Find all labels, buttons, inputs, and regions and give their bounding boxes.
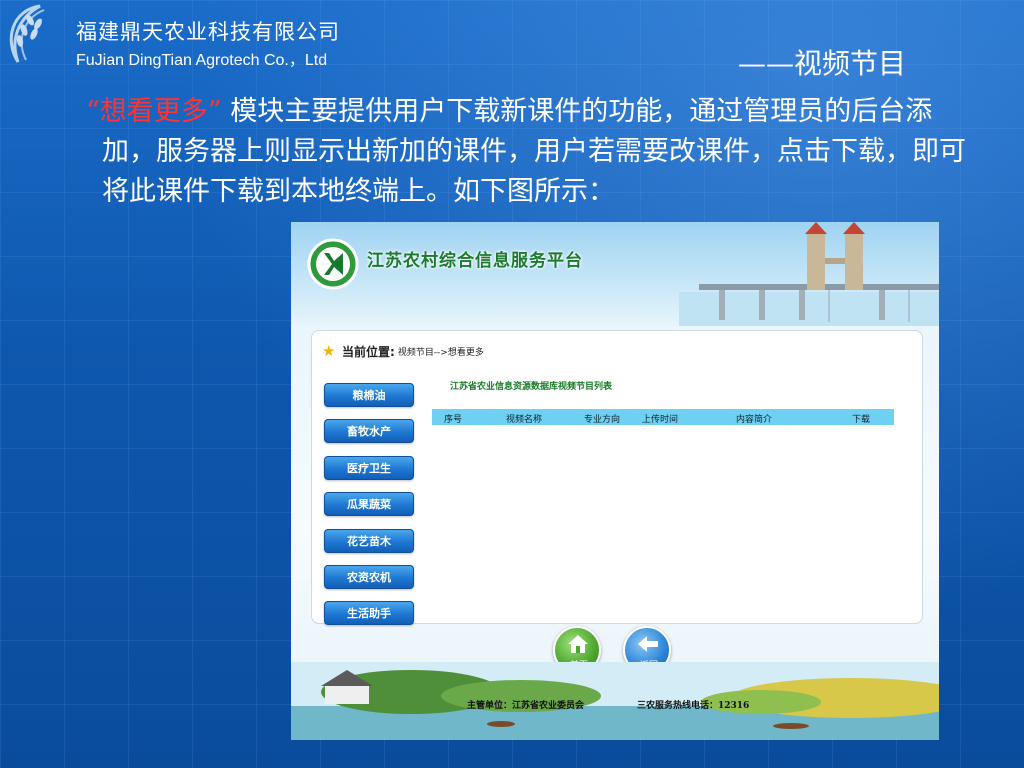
embedded-screenshot: 江苏农村综合信息服务平台 ★ 当前位置: 视频节目-->想看更多 粮棉油 畜牧水… <box>291 222 939 740</box>
bridge-illustration <box>679 222 939 326</box>
slide-title: ——视频节目 <box>738 47 907 80</box>
footer-hotline: 三农服务热线电话：12316 <box>637 701 750 711</box>
platform-title: 江苏农村综合信息服务平台 <box>367 251 583 271</box>
menu-item-livestock[interactable]: 畜牧水产 <box>324 419 414 444</box>
body-paragraph: 模块主要提供用户下载新课件的功能，通过管理员的后台添加，服务器上则显示出新加的课… <box>102 96 966 207</box>
wheat-logo-icon <box>9 4 45 63</box>
category-menu: 粮棉油 畜牧水产 医疗卫生 瓜果蔬菜 花艺苗木 农资农机 生活助手 <box>324 383 416 638</box>
breadcrumb-label: 当前位置: <box>342 344 395 359</box>
kmark-logo-icon <box>307 238 359 290</box>
breadcrumb: ★ 当前位置: 视频节目-->想看更多 <box>322 343 484 359</box>
column-header-name: 视频名称 <box>506 415 543 425</box>
menu-item-grain[interactable]: 粮棉油 <box>324 383 414 407</box>
menu-item-health[interactable]: 医疗卫生 <box>324 455 414 480</box>
column-header-upload-time: 上传时间 <box>642 415 679 425</box>
menu-item-vegetables[interactable]: 瓜果蔬菜 <box>324 492 414 517</box>
platform-footer <box>291 662 939 740</box>
content-panel: ★ 当前位置: 视频节目-->想看更多 粮棉油 畜牧水产 医疗卫生 瓜果蔬菜 花… <box>311 330 923 626</box>
column-header-index: 序号 <box>444 415 463 425</box>
video-list-header: 序号 视频名称 专业方向 上传时间 内容简介 下载 <box>432 409 894 425</box>
company-name-en: FuJian DingTian Agrotech Co.，Ltd <box>76 52 328 69</box>
column-header-download: 下载 <box>852 415 871 425</box>
video-list-title: 江苏省农业信息资源数据库视频节目列表 <box>450 382 613 392</box>
slide-body-text: “想看更多” 模块主要提供用户下载新课件的功能，通过管理员的后台添加，服务器上则… <box>86 92 971 212</box>
back-arrow-icon <box>638 636 658 652</box>
breadcrumb-path[interactable]: 视频节目-->想看更多 <box>398 345 484 358</box>
footer-sponsor: 主管单位：江苏省农业委员会 <box>467 701 585 711</box>
highlight-term: “想看更多” <box>86 96 222 127</box>
platform-banner: 江苏农村综合信息服务平台 <box>291 222 939 326</box>
column-header-field: 专业方向 <box>584 415 621 425</box>
company-name-cn: 福建鼎天农业科技有限公司 <box>76 20 340 44</box>
home-icon <box>568 635 588 653</box>
column-header-summary: 内容简介 <box>736 415 773 425</box>
scenery-illustration <box>291 662 939 740</box>
menu-item-machinery[interactable]: 农资农机 <box>324 564 414 589</box>
menu-item-flowers[interactable]: 花艺苗木 <box>324 528 414 553</box>
star-icon: ★ <box>322 342 336 360</box>
menu-item-life-helper[interactable]: 生活助手 <box>324 601 414 626</box>
